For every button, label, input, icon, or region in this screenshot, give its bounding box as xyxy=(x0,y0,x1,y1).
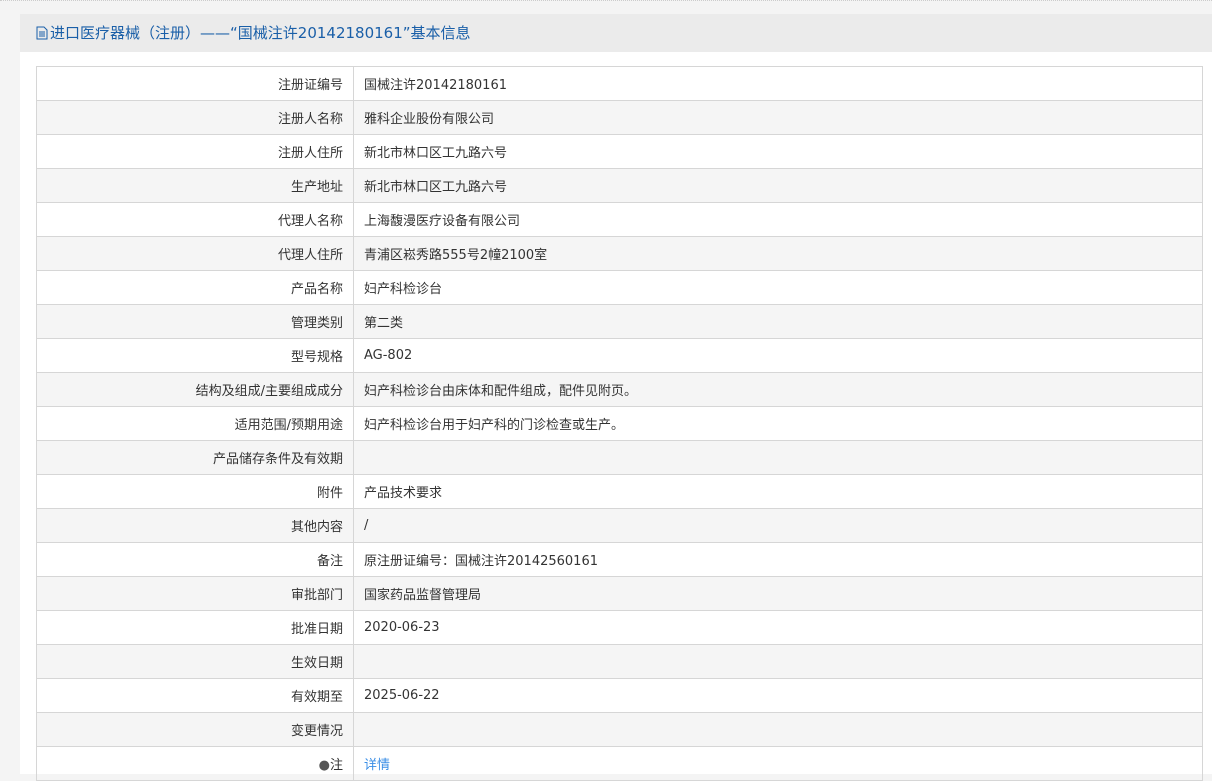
field-value: / xyxy=(353,508,1203,543)
field-value xyxy=(353,644,1203,679)
table-row: 产品储存条件及有效期 xyxy=(36,440,1203,475)
field-label: 代理人名称 xyxy=(36,202,354,237)
field-value: 青浦区崧秀路555号2幢2100室 xyxy=(353,236,1203,271)
table-row: 代理人住所 青浦区崧秀路555号2幢2100室 xyxy=(36,236,1203,271)
field-value: 妇产科检诊台用于妇产科的门诊检查或生产。 xyxy=(353,406,1203,441)
field-label: 审批部门 xyxy=(36,576,354,611)
field-value: 国家药品监督管理局 xyxy=(353,576,1203,611)
field-label: 产品储存条件及有效期 xyxy=(36,440,354,475)
field-label: 适用范围/预期用途 xyxy=(36,406,354,441)
field-label: 型号规格 xyxy=(36,338,354,373)
table-row: 生产地址 新北市林口区工九路六号 xyxy=(36,168,1203,203)
panel-header: 进口医疗器械（注册）——“国械注许20142180161”基本信息 xyxy=(20,14,1212,52)
field-value: 原注册证编号：国械注许20142560161 xyxy=(353,542,1203,577)
table-row: 变更情况 xyxy=(36,712,1203,747)
info-table: 注册证编号 国械注许20142180161 注册人名称 雅科企业股份有限公司 注册人住所… xyxy=(36,66,1203,781)
table-row: 适用范围/预期用途 妇产科检诊台用于妇产科的门诊检查或生产。 xyxy=(36,406,1203,441)
field-value: AG-802 xyxy=(353,338,1203,373)
field-label: 注册证编号 xyxy=(36,66,354,101)
field-label: 生产地址 xyxy=(36,168,354,203)
table-row: 产品名称 妇产科检诊台 xyxy=(36,270,1203,305)
field-label: 批准日期 xyxy=(36,610,354,645)
field-label: 代理人住所 xyxy=(36,236,354,271)
field-value: 新北市林口区工九路六号 xyxy=(353,168,1203,203)
field-label: 附件 xyxy=(36,474,354,509)
table-row: 注册人住所 新北市林口区工九路六号 xyxy=(36,134,1203,169)
field-label: 注册人住所 xyxy=(36,134,354,169)
details-link[interactable]: 详情 xyxy=(364,758,390,773)
field-label: 变更情况 xyxy=(36,712,354,747)
top-divider xyxy=(0,0,1212,2)
field-label: 有效期至 xyxy=(36,678,354,713)
field-value: 新北市林口区工九路六号 xyxy=(353,134,1203,169)
field-value: 上海馥漫医疗设备有限公司 xyxy=(353,202,1203,237)
table-row: 备注 原注册证编号：国械注许20142560161 xyxy=(36,542,1203,577)
field-value: 妇产科检诊台由床体和配件组成，配件见附页。 xyxy=(353,372,1203,407)
table-row: 注册人名称 雅科企业股份有限公司 xyxy=(36,100,1203,135)
field-value: 国械注许20142180161 xyxy=(353,66,1203,101)
field-value: 2025-06-22 xyxy=(353,678,1203,713)
table-row: 有效期至 2025-06-22 xyxy=(36,678,1203,713)
field-value: 产品技术要求 xyxy=(353,474,1203,509)
table-row: 结构及组成/主要组成成分 妇产科检诊台由床体和配件组成，配件见附页。 xyxy=(36,372,1203,407)
document-icon xyxy=(36,26,48,40)
table-row: 管理类别 第二类 xyxy=(36,304,1203,339)
field-label: 结构及组成/主要组成成分 xyxy=(36,372,354,407)
field-value xyxy=(353,440,1203,475)
table-row: 代理人名称 上海馥漫医疗设备有限公司 xyxy=(36,202,1203,237)
table-row: 审批部门 国家药品监督管理局 xyxy=(36,576,1203,611)
note-label: 注 xyxy=(329,758,343,773)
field-value: 第二类 xyxy=(353,304,1203,339)
table-row: 批准日期 2020-06-23 xyxy=(36,610,1203,645)
field-label: 生效日期 xyxy=(36,644,354,679)
info-panel: 进口医疗器械（注册）——“国械注许20142180161”基本信息 注册证编号国… xyxy=(20,14,1212,781)
field-label: 其他内容 xyxy=(36,508,354,543)
table-row: 注册证编号 国械注许20142180161 xyxy=(36,66,1203,101)
table-row: 生效日期 xyxy=(36,644,1203,679)
table-row: 其他内容 / xyxy=(36,508,1203,543)
field-label: 管理类别 xyxy=(36,304,354,339)
field-value: 2020-06-23 xyxy=(353,610,1203,645)
field-value: 妇产科检诊台 xyxy=(353,270,1203,305)
field-label: 备注 xyxy=(36,542,354,577)
field-label: 注册人名称 xyxy=(36,100,354,135)
field-label: 产品名称 xyxy=(36,270,354,305)
field-value xyxy=(353,712,1203,747)
field-value: 雅科企业股份有限公司 xyxy=(353,100,1203,135)
page-title: 进口医疗器械（注册）——“国械注许20142180161”基本信息 xyxy=(50,24,471,42)
table-row: 附件 产品技术要求 xyxy=(36,474,1203,509)
info-icon: ● xyxy=(318,758,330,773)
table-row: 型号规格 AG-802 xyxy=(36,338,1203,373)
